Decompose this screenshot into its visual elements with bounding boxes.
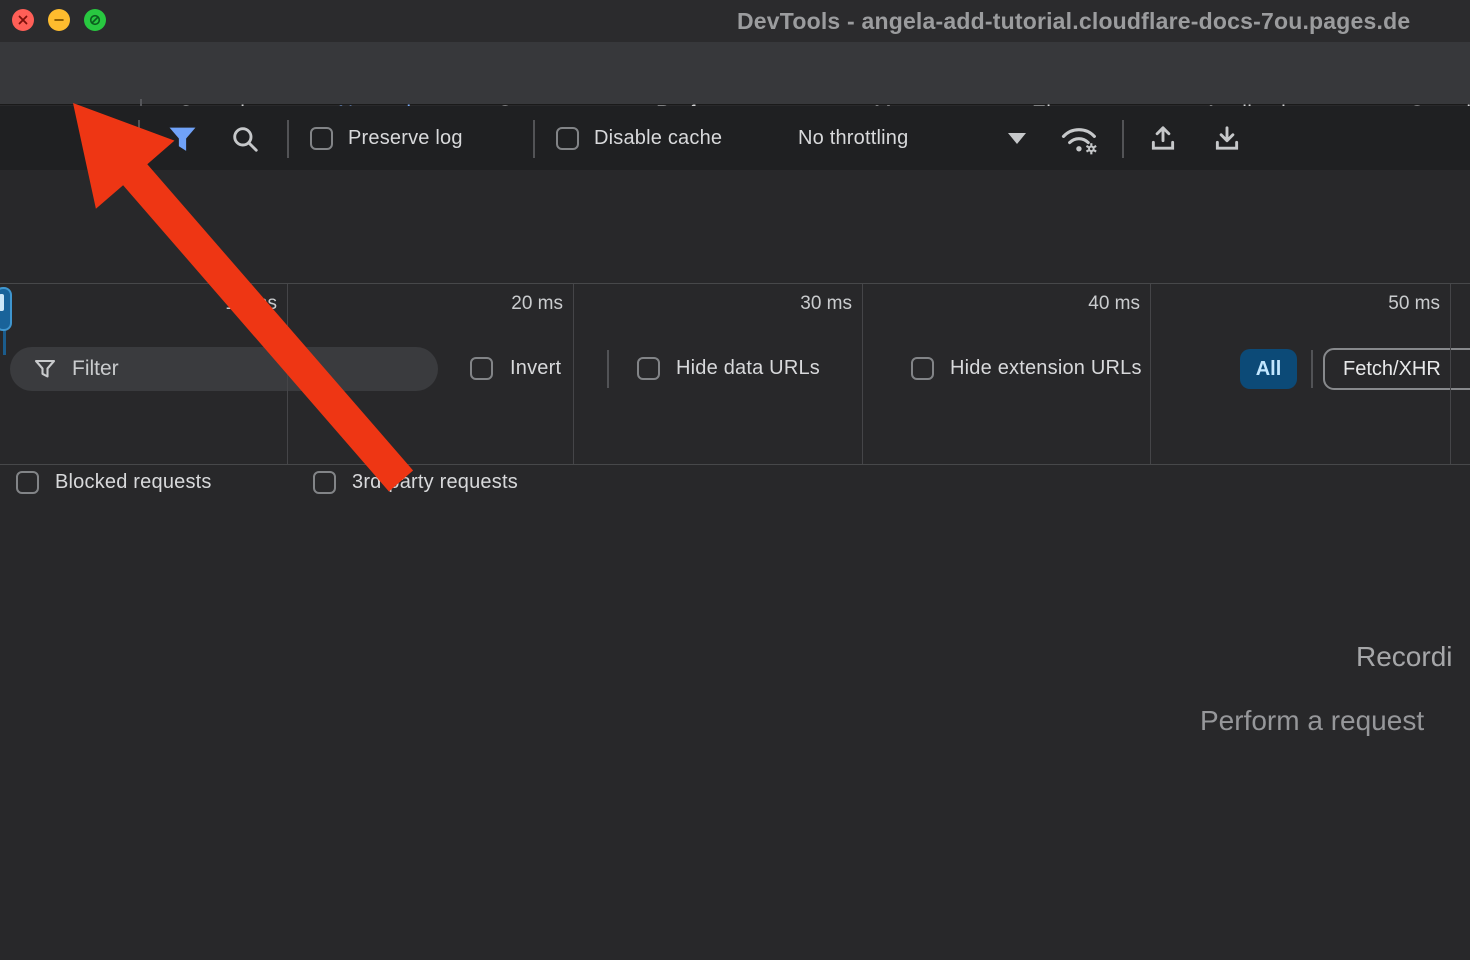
window-title: DevTools - angela-add-tutorial.cloudflar…: [737, 8, 1410, 35]
timeline-gridline: [1450, 284, 1451, 464]
timeline-tick-20ms: 20 ms: [473, 293, 563, 315]
blocked-requests-label: Blocked requests: [55, 471, 212, 494]
toolbar-separator: [138, 120, 140, 158]
timeline-handle-fragment[interactable]: [0, 287, 12, 331]
gear-icon: [1086, 143, 1096, 154]
filter-separator: [607, 350, 609, 388]
invert-checkbox[interactable]: [470, 357, 493, 380]
network-conditions-icon: [1060, 123, 1102, 156]
fullscreen-icon: [84, 9, 106, 31]
devtools-window: DevTools - angela-add-tutorial.cloudflar…: [0, 0, 1470, 960]
hide-data-urls-checkbox[interactable]: [637, 357, 660, 380]
close-icon: [12, 9, 34, 31]
chevron-down-icon[interactable]: [1008, 133, 1026, 144]
throttling-select[interactable]: No throttling: [798, 127, 908, 150]
toolbar-separator: [287, 120, 289, 158]
timeline-top-border: [0, 283, 1470, 284]
network-conditions-button[interactable]: [1060, 123, 1102, 156]
title-bar: DevTools - angela-add-tutorial.cloudflar…: [0, 0, 1470, 42]
timeline-bottom-border: [0, 464, 1470, 465]
devtools-tabbar: Console Network Sources Performance Memo…: [0, 42, 1470, 105]
preserve-log-checkbox[interactable]: [310, 127, 333, 150]
disable-cache-label: Disable cache: [594, 127, 722, 150]
filter-row-secondary: Blocked requests 3rd-party requests: [0, 227, 1470, 283]
import-har-button[interactable]: [1148, 123, 1178, 153]
timeline-tick-10ms: 10 ms: [187, 293, 277, 315]
preserve-log-label: Preserve log: [348, 127, 463, 150]
close-button[interactable]: [12, 9, 34, 31]
filter-input[interactable]: [72, 357, 402, 381]
upload-icon: [1148, 123, 1178, 153]
third-party-requests-checkbox[interactable]: [313, 471, 336, 494]
invert-label: Invert: [510, 357, 561, 380]
timeline-tick-40ms: 40 ms: [1050, 293, 1140, 315]
network-filter-toggle-button[interactable]: [168, 126, 197, 153]
recording-status-text: Recordi: [1356, 641, 1452, 673]
hide-extension-urls-label: Hide extension URLs: [950, 357, 1142, 380]
timeline-gridline: [1150, 284, 1151, 464]
request-type-chip-all[interactable]: All: [1240, 349, 1297, 389]
timeline-gridline: [287, 284, 288, 464]
network-toolbar: Preserve log Disable cache No throttling: [0, 106, 1470, 170]
third-party-requests-label: 3rd-party requests: [352, 471, 518, 494]
filter-separator: [1311, 350, 1313, 388]
search-button[interactable]: [230, 124, 260, 154]
timeline-handle-highlight: [0, 294, 4, 311]
hide-extension-urls-checkbox[interactable]: [911, 357, 934, 380]
export-har-button[interactable]: [1212, 123, 1242, 153]
timeline-tick-50ms: 50 ms: [1350, 293, 1440, 315]
search-icon: [230, 124, 260, 154]
timeline-gridline: [862, 284, 863, 464]
filter-funnel-icon: [168, 126, 197, 153]
toolbar-separator: [533, 120, 535, 158]
minimize-icon: [48, 9, 70, 31]
hide-data-urls-label: Hide data URLs: [676, 357, 820, 380]
timeline-tick-30ms: 30 ms: [762, 293, 852, 315]
fullscreen-button[interactable]: [84, 9, 106, 31]
timeline-handle-tail: [3, 331, 6, 355]
blocked-requests-checkbox[interactable]: [16, 471, 39, 494]
timeline-gridline: [573, 284, 574, 464]
disable-cache-checkbox[interactable]: [556, 127, 579, 150]
filter-input-container[interactable]: [10, 347, 438, 391]
minimize-button[interactable]: [48, 9, 70, 31]
toolbar-separator: [1122, 120, 1124, 158]
perform-request-hint-text: Perform a request: [1200, 705, 1424, 737]
filter-funnel-small-icon: [34, 359, 56, 379]
filter-row: Invert Hide data URLs Hide extension URL…: [0, 170, 1470, 227]
request-type-chip-fetch-xhr[interactable]: Fetch/XHR: [1323, 348, 1470, 390]
download-icon: [1212, 123, 1242, 153]
